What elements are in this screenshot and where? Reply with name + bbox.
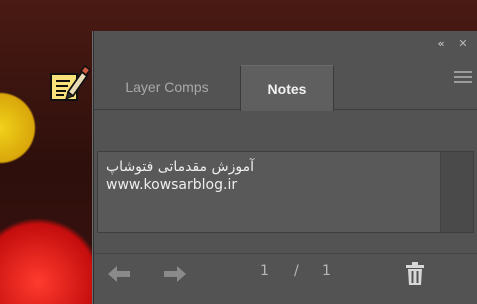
note-tool-icon[interactable] xyxy=(48,64,90,106)
note-content[interactable]: آموزش مقدماتی فتوشاپ www.kowsarblog.ir xyxy=(106,158,436,194)
arrow-left-icon[interactable] xyxy=(106,264,132,284)
arrow-right-icon[interactable] xyxy=(162,264,188,284)
collapse-panel-button[interactable]: « xyxy=(430,34,452,52)
panel-title-bar: « ✕ xyxy=(94,31,477,55)
panel-menu-icon[interactable] xyxy=(454,71,472,85)
note-line-url: www.kowsarblog.ir xyxy=(106,177,238,193)
trash-icon[interactable] xyxy=(404,262,426,286)
close-panel-button[interactable]: ✕ xyxy=(452,34,474,52)
tab-layer-comps[interactable]: Layer Comps xyxy=(94,65,240,109)
total-pages-number: 1 xyxy=(322,263,331,279)
page-separator: / xyxy=(294,263,299,279)
note-line-title: آموزش مقدماتی فتوشاپ xyxy=(106,159,254,175)
panel-tabs: Layer Comps Notes xyxy=(94,55,477,111)
tab-notes[interactable]: Notes xyxy=(240,65,334,111)
panel-footer: 1 / 1 xyxy=(94,253,477,294)
current-page-number: 1 xyxy=(260,263,269,279)
note-text-area[interactable]: آموزش مقدماتی فتوشاپ www.kowsarblog.ir xyxy=(97,151,474,233)
notes-panel: « ✕ Layer Comps Notes آموزش مقدماتی فتوش… xyxy=(93,31,477,304)
note-scrollbar[interactable] xyxy=(440,152,473,232)
